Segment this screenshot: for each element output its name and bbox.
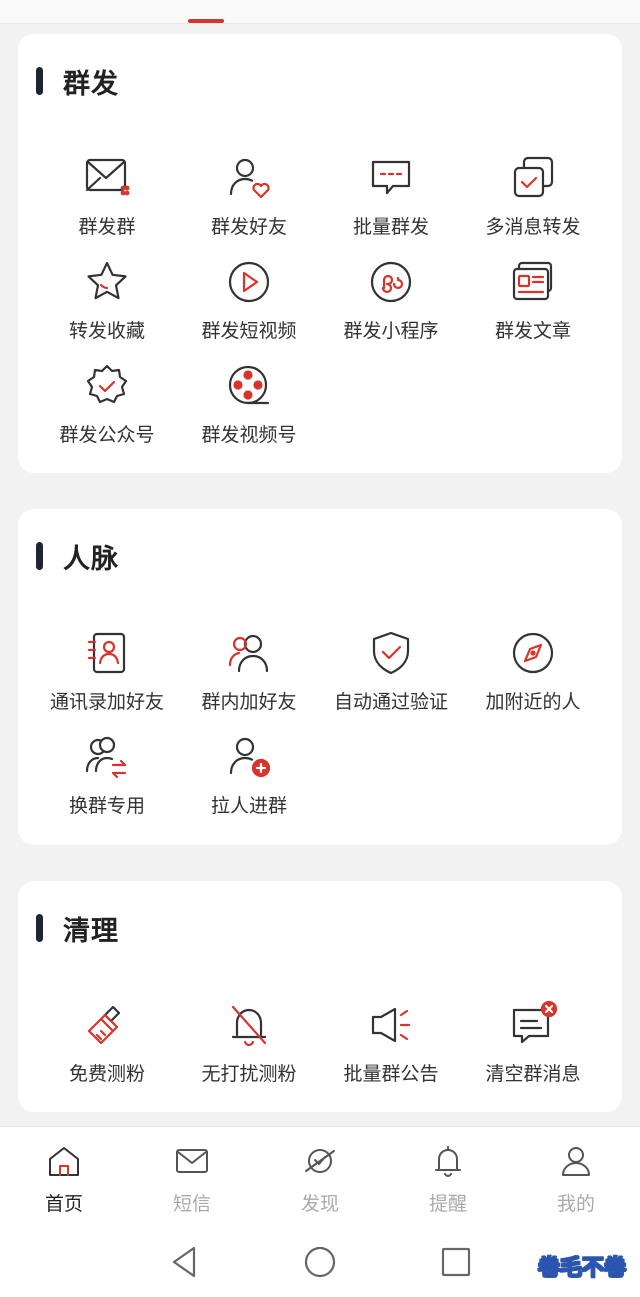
group-users-icon <box>225 629 273 677</box>
bottom-tab-bar: 首页 短信 发现 提醒 我的 <box>0 1126 640 1226</box>
multi-check-icon <box>509 154 557 202</box>
home-circle-icon[interactable] <box>296 1240 344 1284</box>
tab-reminders[interactable]: 提醒 <box>384 1127 512 1227</box>
tab-label: 短信 <box>172 1193 211 1215</box>
feature-label: 群发视频号 <box>201 424 297 446</box>
section-title-bar <box>36 542 43 570</box>
feature-multi-message-forward[interactable]: 多消息转发 <box>462 154 604 258</box>
section-title: 群发 <box>36 66 119 100</box>
feature-label: 群发小程序 <box>343 320 439 342</box>
home-icon <box>46 1143 82 1179</box>
section-title: 人脉 <box>36 541 119 575</box>
feature-add-nearby[interactable]: 加附近的人 <box>462 629 604 733</box>
feature-label: 通讯录加好友 <box>49 691 164 713</box>
feature-silent-fan-test[interactable]: 无打扰测粉 <box>178 1001 320 1105</box>
users-swap-icon <box>83 733 131 781</box>
section-title-text: 人脉 <box>63 543 119 575</box>
film-reel-icon <box>225 362 273 410</box>
feature-batch-group-notice[interactable]: 批量群公告 <box>320 1001 462 1105</box>
tab-label: 发现 <box>300 1193 339 1215</box>
tab-label: 我的 <box>556 1193 595 1215</box>
mail-group-icon <box>83 154 131 202</box>
feature-label: 群发群 <box>78 216 136 238</box>
feature-label: 加附近的人 <box>485 691 581 713</box>
feature-free-fan-test[interactable]: 免费测粉 <box>36 1001 178 1105</box>
contact-book-icon <box>83 629 131 677</box>
section-card-mass-send: 群发 群发群 群发好友 批量群发 多消息转发 转发收藏 群发短视频 群发小程序 … <box>18 34 622 473</box>
tab-label: 首页 <box>44 1193 83 1215</box>
bell-icon <box>430 1143 466 1179</box>
feature-add-friends-in-group[interactable]: 群内加好友 <box>178 629 320 733</box>
megaphone-icon <box>367 1001 415 1049</box>
shield-check-icon <box>367 629 415 677</box>
feature-label: 转发收藏 <box>68 320 145 342</box>
feature-mass-send-article[interactable]: 群发文章 <box>462 258 604 362</box>
tab-home[interactable]: 首页 <box>0 1127 128 1227</box>
feature-label: 群发好友 <box>210 216 287 238</box>
mini-program-icon <box>367 258 415 306</box>
feature-clear-group-messages[interactable]: 清空群消息 <box>462 1001 604 1105</box>
feature-mass-send-friends[interactable]: 群发好友 <box>178 154 320 258</box>
feature-label: 群发短视频 <box>201 320 297 342</box>
feature-batch-mass-send[interactable]: 批量群发 <box>320 154 462 258</box>
section-card-cleanup: 清理 免费测粉 无打扰测粉 批量群公告 清空群消息 <box>18 881 622 1112</box>
play-circle-icon <box>225 258 273 306</box>
feature-mass-send-official-account[interactable]: 群发公众号 <box>36 362 178 466</box>
feature-label: 换群专用 <box>68 795 145 817</box>
section-title-bar <box>36 914 43 942</box>
feature-label: 免费测粉 <box>68 1063 145 1085</box>
active-tab-indicator <box>188 19 224 23</box>
feature-mass-send-group[interactable]: 群发群 <box>36 154 178 258</box>
user-add-icon <box>225 733 273 781</box>
chat-bubble-icon <box>367 154 415 202</box>
user-icon <box>558 1143 594 1179</box>
bell-off-icon <box>225 1001 273 1049</box>
user-heart-icon <box>225 154 273 202</box>
feature-label: 群内加好友 <box>201 691 297 713</box>
tab-discover[interactable]: 发现 <box>256 1127 384 1227</box>
feature-forward-favorites[interactable]: 转发收藏 <box>36 258 178 362</box>
planet-icon <box>302 1143 338 1179</box>
mail-icon <box>174 1143 210 1179</box>
feature-label: 自动通过验证 <box>333 691 448 713</box>
star-icon <box>83 258 131 306</box>
tab-me[interactable]: 我的 <box>512 1127 640 1227</box>
section-title-bar <box>36 67 43 95</box>
feature-label: 拉人进群 <box>210 795 287 817</box>
feature-group-swap[interactable]: 换群专用 <box>36 733 178 837</box>
feature-label: 清空群消息 <box>485 1063 581 1085</box>
section-title: 清理 <box>36 913 119 947</box>
tab-label: 提醒 <box>428 1193 467 1215</box>
watermark-text: 卷毛不卷 <box>537 1256 626 1282</box>
badge-check-icon <box>83 362 131 410</box>
brush-icon <box>83 1001 131 1049</box>
feature-label: 无打扰测粉 <box>201 1063 297 1085</box>
feature-add-from-contacts[interactable]: 通讯录加好友 <box>36 629 178 733</box>
feature-mass-send-short-video[interactable]: 群发短视频 <box>178 258 320 362</box>
top-tab-strip <box>0 0 640 24</box>
feature-mass-send-mini-program[interactable]: 群发小程序 <box>320 258 462 362</box>
feature-label: 批量群发 <box>352 216 429 238</box>
feature-label: 群发公众号 <box>59 424 155 446</box>
feature-mass-send-video-channel[interactable]: 群发视频号 <box>178 362 320 466</box>
feature-label: 多消息转发 <box>485 216 581 238</box>
section-card-connections: 人脉 通讯录加好友 群内加好友 自动通过验证 加附近的人 换群专用 拉人进群 <box>18 509 622 845</box>
compass-icon <box>509 629 557 677</box>
feature-auto-approve[interactable]: 自动通过验证 <box>320 629 462 733</box>
section-title-text: 群发 <box>63 68 119 100</box>
section-title-text: 清理 <box>63 915 119 947</box>
tab-sms[interactable]: 短信 <box>128 1127 256 1227</box>
feature-invite-to-group[interactable]: 拉人进群 <box>178 733 320 837</box>
recents-square-icon[interactable] <box>432 1240 480 1284</box>
message-clear-icon <box>509 1001 557 1049</box>
back-icon[interactable] <box>160 1240 208 1284</box>
feature-label: 批量群公告 <box>343 1063 439 1085</box>
article-card-icon <box>509 258 557 306</box>
feature-label: 群发文章 <box>494 320 571 342</box>
